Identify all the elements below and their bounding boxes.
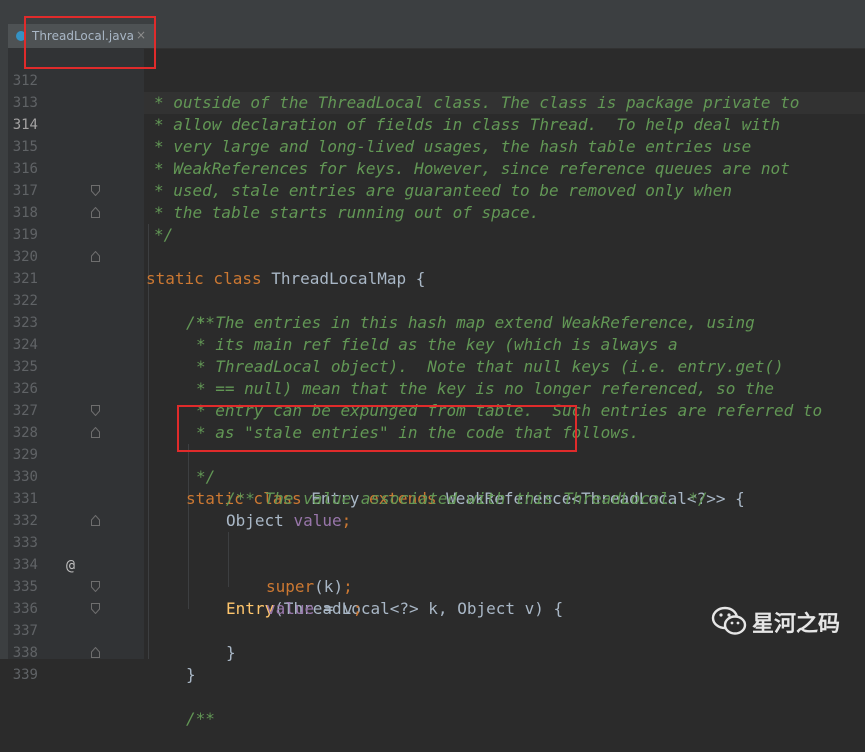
wechat-icon	[711, 606, 747, 635]
line-number: 339	[12, 667, 38, 683]
code-line: 318 */	[0, 180, 865, 244]
code-line: 314 * very large and long-lived usages, …	[0, 92, 865, 156]
fold-end-icon[interactable]	[91, 581, 100, 592]
code-line: 313 * allow declaration of fields in cla…	[0, 70, 865, 134]
brace: }	[186, 665, 196, 684]
fold-start-icon[interactable]	[91, 515, 100, 526]
code-line: 322 * The entries in this hash map exten…	[0, 268, 865, 332]
fold-start-icon[interactable]	[91, 647, 100, 658]
code-line: 332	[0, 488, 865, 529]
code-line: 324 * ThreadLocal object). Note that nul…	[0, 312, 865, 376]
code-line: 334 super(k);	[0, 532, 865, 596]
fold-end-icon[interactable]	[91, 405, 100, 416]
code-line: 327 * as "stale entries" in the code tha…	[0, 378, 865, 442]
code-line: 325 * == null) mean that the key is no l…	[0, 334, 865, 398]
code-line: 316 * used, stale entries are guaranteed…	[0, 136, 865, 200]
code-line: 323 * its main ref field as the key (whi…	[0, 290, 865, 354]
code-line: 339 /**	[0, 642, 865, 728]
code-line: 315 * WeakReferences for keys. However, …	[0, 114, 865, 178]
fold-end-icon[interactable]	[91, 185, 100, 196]
fold-start-icon[interactable]	[91, 427, 100, 438]
code-line: 320	[0, 224, 865, 265]
watermark-text: 星河之码	[752, 612, 841, 637]
code-comment: /**	[186, 709, 215, 728]
fold-start-icon[interactable]	[91, 207, 100, 218]
code-line: 336 }	[0, 576, 865, 662]
code-highlight-box	[177, 405, 577, 452]
tab-highlight-box	[24, 16, 156, 69]
code-line: 333 @ Entry(ThreadLocal<?> k, Object v) …	[0, 510, 865, 618]
code-line: 335 value = v;	[0, 554, 865, 618]
fold-end-icon[interactable]	[91, 603, 100, 614]
code-line: 317 * the table starts running out of sp…	[0, 158, 865, 222]
code-line: 331 Object value;	[0, 466, 865, 530]
code-line: 326 * entry can be expunged from table. …	[0, 356, 865, 420]
code-line: 321 /**	[0, 246, 865, 332]
code-line: 319 static class ThreadLocalMap {	[0, 202, 865, 288]
fold-start-icon[interactable]	[91, 251, 100, 262]
